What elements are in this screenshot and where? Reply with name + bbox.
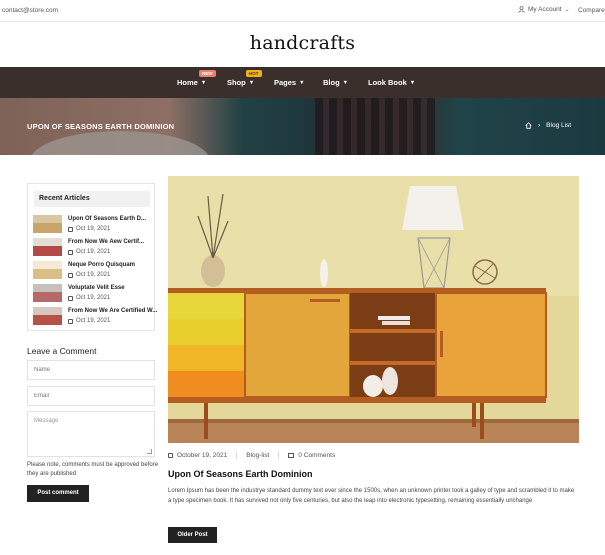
- article-title[interactable]: Upon Of Seasons Earth D...: [68, 216, 146, 222]
- user-icon: [518, 6, 525, 13]
- email-input[interactable]: [27, 386, 155, 406]
- nav-item-shop[interactable]: HOT Shop ▼: [227, 70, 262, 87]
- article-title[interactable]: Voluptate Velit Esse: [68, 285, 125, 291]
- my-account-menu[interactable]: My Account ⌄: [518, 6, 570, 13]
- message-textarea[interactable]: Message: [27, 411, 155, 457]
- message-placeholder: Message: [34, 418, 59, 424]
- resize-handle-icon[interactable]: [147, 449, 152, 454]
- calendar-icon: [68, 226, 73, 232]
- leave-comment-heading: Leave a Comment: [27, 346, 97, 356]
- meta-separator: [236, 451, 238, 459]
- hot-badge: HOT: [246, 70, 262, 77]
- nav-label-pages: Pages: [274, 78, 297, 87]
- article-thumbnail[interactable]: [33, 238, 62, 256]
- article-thumbnail[interactable]: [33, 261, 62, 279]
- list-item[interactable]: Voluptate Velit Esse Oct 19, 2021: [33, 284, 155, 306]
- chevron-down-icon: ▼: [342, 79, 349, 86]
- site-logo[interactable]: handcrafts: [0, 32, 605, 54]
- calendar-icon: [168, 452, 173, 458]
- nav-label-shop: Shop: [227, 78, 246, 87]
- compare-link[interactable]: Compare: [578, 7, 605, 14]
- name-input[interactable]: [27, 360, 155, 380]
- article-date-text: Oct 19, 2021: [76, 295, 111, 301]
- older-post-button[interactable]: Older Post: [168, 527, 217, 543]
- list-item[interactable]: Upon Of Seasons Earth D... Oct 19, 2021: [33, 215, 155, 237]
- meta-separator: [278, 451, 280, 459]
- article-title[interactable]: Neque Porro Quisquam: [68, 262, 135, 268]
- nav-item-look-book[interactable]: Look Book ▼: [368, 78, 415, 87]
- article-date: Oct 19, 2021: [68, 272, 110, 278]
- home-icon[interactable]: [525, 122, 532, 129]
- post-comments-count[interactable]: 0 Comments: [298, 452, 335, 459]
- page-banner: UPON OF SEASONS EARTH DOMINION › Blog Li…: [0, 98, 605, 155]
- calendar-icon: [68, 249, 73, 255]
- chevron-down-icon: ▼: [409, 79, 416, 86]
- article-thumbnail[interactable]: [33, 284, 62, 302]
- article-date-text: Oct 19, 2021: [76, 318, 111, 324]
- article-date: Oct 19, 2021: [68, 295, 110, 301]
- article-date-text: Oct 19, 2021: [76, 226, 111, 232]
- chevron-down-icon: ▼: [299, 79, 305, 86]
- nav-item-pages[interactable]: Pages ▼: [274, 78, 305, 87]
- nav-item-blog[interactable]: Blog ▼: [323, 78, 348, 87]
- nav-item-home[interactable]: NEW Home ▼: [177, 70, 216, 87]
- list-item[interactable]: From Now We Aew Certif... Oct 19, 2021: [33, 238, 155, 260]
- contact-email[interactable]: contact@store.com: [2, 7, 58, 14]
- recent-articles-heading: Recent Articles: [34, 191, 150, 207]
- new-badge: NEW: [199, 70, 216, 77]
- article-thumbnail[interactable]: [33, 215, 62, 233]
- breadcrumb-current: Blog List: [546, 122, 572, 129]
- top-bar: contact@store.com My Account ⌄ Compare: [0, 0, 605, 22]
- article-thumbnail[interactable]: [33, 307, 62, 325]
- my-account-label: My Account: [528, 6, 562, 13]
- calendar-icon: [68, 272, 73, 278]
- breadcrumb-separator: ›: [538, 122, 541, 129]
- sideboard-illustration: [168, 176, 579, 443]
- post-category[interactable]: Blog-list: [246, 452, 269, 459]
- article-date: Oct 19, 2021: [68, 249, 110, 255]
- article-date: Oct 19, 2021: [68, 318, 110, 324]
- post-featured-image[interactable]: [168, 176, 579, 443]
- post-comment-button[interactable]: Post comment: [27, 485, 89, 502]
- nav-label-look-book: Look Book: [368, 78, 407, 87]
- comments-icon: [288, 452, 295, 458]
- article-date: Oct 19, 2021: [68, 226, 110, 232]
- recent-articles-widget: Recent Articles Upon Of Seasons Earth D.…: [27, 183, 157, 331]
- comment-approval-note: Please note, comments must be approved b…: [27, 462, 159, 477]
- calendar-icon: [68, 295, 73, 301]
- list-item[interactable]: Neque Porro Quisquam Oct 19, 2021: [33, 261, 155, 283]
- chevron-down-icon: ⌄: [564, 7, 570, 13]
- post-title[interactable]: Upon Of Seasons Earth Dominion: [168, 469, 313, 479]
- main-nav: NEW Home ▼ HOT Shop ▼ Pages ▼ Blog ▼ Loo…: [0, 67, 605, 98]
- calendar-icon: [68, 318, 73, 324]
- article-date-text: Oct 19, 2021: [76, 272, 111, 278]
- article-title[interactable]: From Now We Aew Certif...: [68, 239, 144, 245]
- post-excerpt: Lorem Ipsum has been the industrye stand…: [168, 488, 575, 504]
- nav-label-blog: Blog: [323, 78, 340, 87]
- page-title: UPON OF SEASONS EARTH DOMINION: [27, 122, 175, 131]
- chevron-down-icon: ▼: [248, 79, 255, 86]
- nav-label-home: Home: [177, 78, 198, 87]
- article-date-text: Oct 19, 2021: [76, 249, 111, 255]
- post-meta: October 19, 2021 Blog-list 0 Comments: [168, 451, 335, 459]
- article-title[interactable]: From Now We Are Certified W...: [68, 308, 157, 314]
- chevron-down-icon: ▼: [200, 79, 207, 86]
- breadcrumb: › Blog List: [525, 122, 571, 129]
- post-date: October 19, 2021: [177, 451, 228, 459]
- list-item[interactable]: From Now We Are Certified W... Oct 19, 2…: [33, 307, 157, 329]
